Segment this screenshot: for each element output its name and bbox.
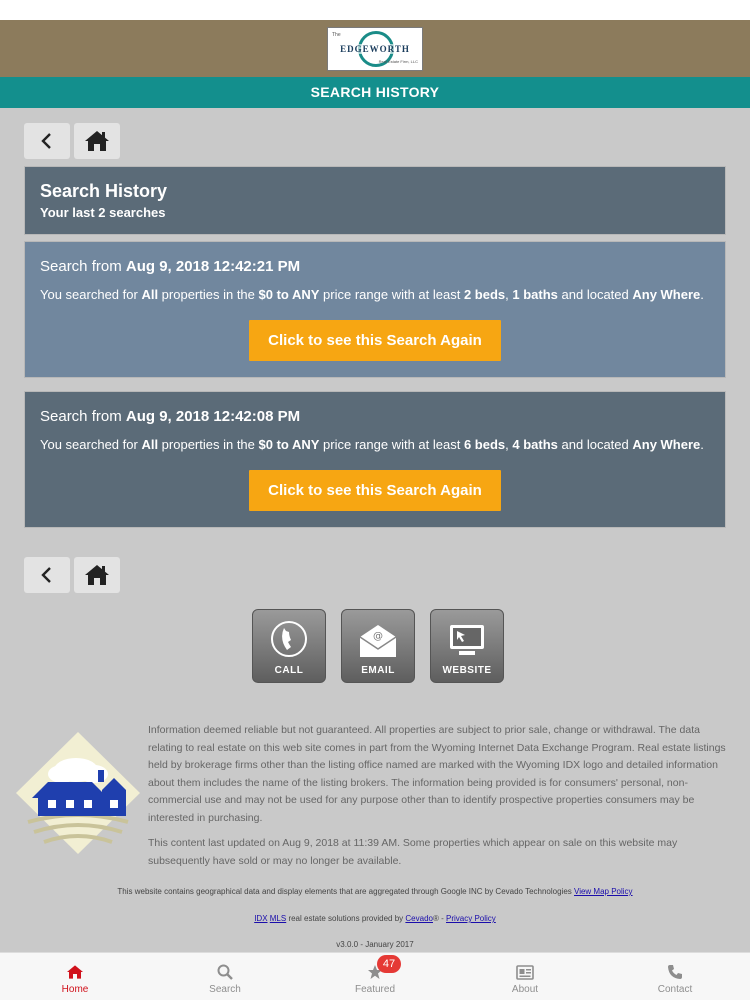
top-nav bbox=[24, 123, 120, 159]
back-button[interactable] bbox=[24, 557, 70, 593]
phone-icon bbox=[668, 965, 682, 979]
search-date: Search from Aug 9, 2018 12:42:21 PM bbox=[40, 258, 301, 275]
logo-text: EDGEWORTH bbox=[338, 43, 412, 54]
contact-buttons: CALL @ EMAIL WEBSITE bbox=[252, 609, 504, 683]
tab-contact[interactable]: Contact bbox=[600, 953, 750, 1000]
home-button[interactable] bbox=[74, 123, 120, 159]
search-description: You searched for All properties in the $… bbox=[40, 437, 704, 452]
disclaimer: Information deemed reliable but not guar… bbox=[148, 722, 733, 870]
version-text: v3.0.0 - January 2017 bbox=[336, 940, 414, 949]
search-icon bbox=[217, 964, 233, 980]
search-card-1: Search from Aug 9, 2018 12:42:21 PM You … bbox=[24, 241, 726, 378]
last-updated-text: This content last updated on Aug 9, 2018… bbox=[148, 837, 678, 867]
solutions-line: IDX MLS real estate solutions provided b… bbox=[254, 914, 496, 923]
logo-tag: The bbox=[332, 31, 341, 38]
home-button[interactable] bbox=[74, 557, 120, 593]
home-icon bbox=[85, 565, 109, 585]
brand-bar: The EDGEWORTH Real Estate Firm, LLC bbox=[0, 20, 750, 77]
idx-link[interactable]: IDX bbox=[254, 914, 267, 923]
brand-logo[interactable]: The EDGEWORTH Real Estate Firm, LLC bbox=[327, 26, 423, 71]
tab-featured[interactable]: 47 Featured bbox=[300, 953, 450, 1000]
chevron-left-icon bbox=[41, 133, 51, 149]
home-icon bbox=[67, 965, 83, 979]
back-button[interactable] bbox=[24, 123, 70, 159]
history-subtitle: Your last 2 searches bbox=[40, 205, 166, 220]
status-strip bbox=[0, 0, 750, 20]
call-button[interactable]: CALL bbox=[252, 609, 326, 683]
search-card-2: Search from Aug 9, 2018 12:42:08 PM You … bbox=[24, 391, 726, 528]
wyoming-idx-logo bbox=[16, 732, 140, 854]
map-policy-line: This website contains geographical data … bbox=[117, 887, 633, 896]
bottom-nav bbox=[24, 557, 120, 593]
search-description: You searched for All properties in the $… bbox=[40, 287, 704, 302]
disclaimer-text: Information deemed reliable but not guar… bbox=[148, 724, 726, 824]
mls-link[interactable]: MLS bbox=[270, 914, 286, 923]
logo-sub: Real Estate Firm, LLC bbox=[378, 58, 418, 64]
chevron-left-icon bbox=[41, 567, 51, 583]
view-map-policy-link[interactable]: View Map Policy bbox=[574, 887, 633, 896]
cevado-link[interactable]: Cevado bbox=[405, 914, 433, 923]
home-icon bbox=[85, 131, 109, 151]
featured-badge: 47 bbox=[377, 955, 401, 973]
id-card-icon bbox=[516, 965, 534, 980]
phone-icon bbox=[271, 621, 307, 657]
history-title: Search History bbox=[40, 181, 168, 201]
svg-text:@: @ bbox=[373, 631, 383, 642]
tab-home[interactable]: Home bbox=[0, 953, 150, 1000]
monitor-icon bbox=[450, 625, 484, 655]
email-button[interactable]: @ EMAIL bbox=[341, 609, 415, 683]
search-again-button[interactable]: Click to see this Search Again bbox=[249, 470, 501, 511]
privacy-policy-link[interactable]: Privacy Policy bbox=[446, 914, 496, 923]
tab-about[interactable]: About bbox=[450, 953, 600, 1000]
search-again-button[interactable]: Click to see this Search Again bbox=[249, 320, 501, 361]
envelope-icon: @ bbox=[359, 625, 397, 657]
search-history-header: Search History Your last 2 searches bbox=[24, 166, 726, 235]
website-button[interactable]: WEBSITE bbox=[430, 609, 504, 683]
tab-search[interactable]: Search bbox=[150, 953, 300, 1000]
tab-bar: Home Search 47 Featured About Contact bbox=[0, 952, 750, 1000]
page-title: SEARCH HISTORY bbox=[0, 77, 750, 108]
search-date: Search from Aug 9, 2018 12:42:08 PM bbox=[40, 408, 301, 425]
